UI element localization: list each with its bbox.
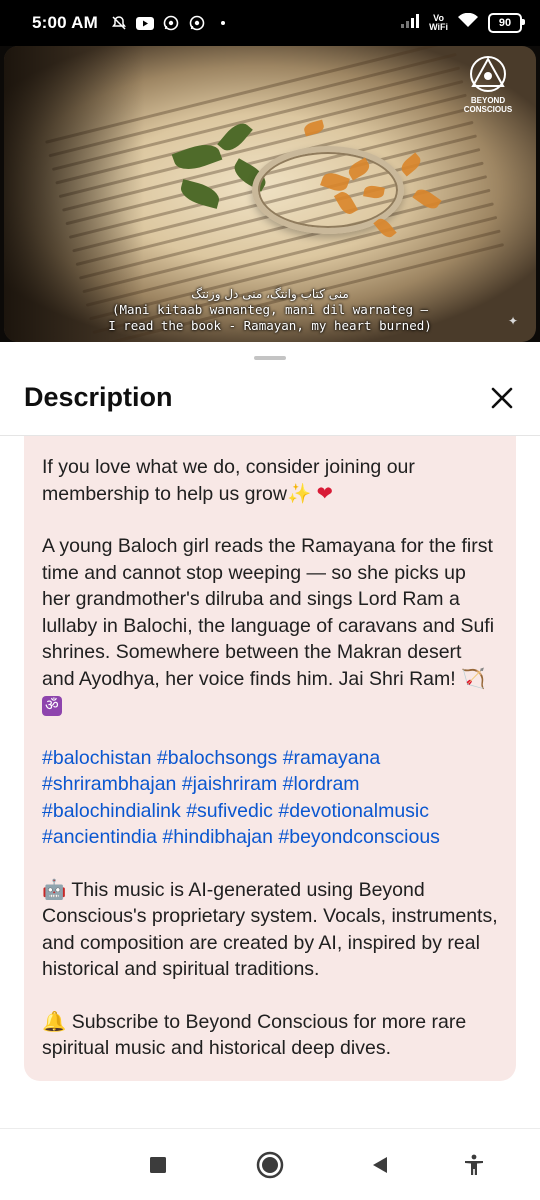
hashtag-link[interactable]: #hindibhajan <box>162 826 273 848</box>
hashtag-link[interactable]: #ramayana <box>283 747 381 769</box>
hashtag-link[interactable]: #balochindialink <box>42 800 181 822</box>
description-paragraph: If you love what we do, consider joining… <box>42 454 498 507</box>
drag-handle[interactable] <box>254 356 286 360</box>
description-paragraph: A young Baloch girl reads the Ramayana f… <box>42 533 498 719</box>
sparkle-icon: ✦ <box>507 314 518 328</box>
heart-icon: ❤ <box>316 481 333 505</box>
sparkles-icon: ✨ <box>286 481 312 505</box>
description-card: If you love what we do, consider joining… <box>24 436 516 1081</box>
home-button[interactable] <box>256 1151 284 1179</box>
close-icon <box>491 387 513 409</box>
beyond-conscious-logo-icon <box>470 56 506 92</box>
hashtag-link[interactable]: #jaishriram <box>182 773 277 795</box>
sheet-title: Description <box>24 382 173 412</box>
description-paragraph: 🤖 This music is AI-generated using Beyon… <box>42 877 498 983</box>
youtube-icon <box>135 14 154 32</box>
accessibility-icon <box>465 1154 483 1175</box>
whatsapp-business-icon <box>188 14 206 32</box>
subtitle-line-1: (Mani kitaab wananteg, mani dil warnateg… <box>111 302 429 317</box>
para-text: This music is AI-generated using Beyond … <box>42 878 498 981</box>
para-text: Subscribe to Beyond Conscious for more r… <box>42 1010 467 1060</box>
bell-icon: 🔔 <box>42 1009 67 1033</box>
dot-icon <box>214 14 232 32</box>
system-nav-bar <box>0 1128 540 1200</box>
circle-icon <box>256 1151 284 1179</box>
para-text: If you love what we do, consider joining… <box>42 456 415 505</box>
wifi-icon <box>458 12 478 33</box>
subtitle-urdu: منی کتاب وانتگ، منی دل وزنتگ <box>191 287 349 301</box>
whatsapp-icon <box>162 14 180 32</box>
subtitle-line-2: I read the book - Ramayan, my heart burn… <box>108 318 432 333</box>
hashtag-link[interactable]: #balochsongs <box>157 747 277 769</box>
vowifi-label: Vo WiFi <box>429 13 448 32</box>
hashtag-link[interactable]: #ancientindia <box>42 826 157 848</box>
robot-icon: 🤖 <box>42 877 67 901</box>
video-subtitle: منی کتاب وانتگ، منی دل وزنتگ (Mani kitaa… <box>64 286 476 334</box>
video-player[interactable]: BEYOND CONSCIOUS منی کتاب وانتگ، منی دل … <box>0 46 540 342</box>
signal-icon <box>401 13 420 33</box>
hashtag-link[interactable]: #balochistan <box>42 747 152 769</box>
hashtag-link[interactable]: #sufivedic <box>186 800 273 822</box>
notifications-off-icon <box>110 14 128 32</box>
channel-logo: BEYOND CONSCIOUS <box>458 54 518 114</box>
om-icon: ॐ <box>42 696 62 716</box>
battery-indicator: 90 <box>488 13 525 33</box>
accessibility-button[interactable] <box>460 1151 488 1179</box>
back-button[interactable] <box>366 1151 394 1179</box>
back-triangle-icon <box>373 1157 387 1173</box>
para-text: A young Baloch girl reads the Ramayana f… <box>42 535 495 690</box>
hashtag-link[interactable]: #lordram <box>283 773 360 795</box>
close-button[interactable] <box>484 380 520 416</box>
bow-arrow-icon: 🏹 <box>461 666 486 690</box>
recents-button[interactable] <box>144 1151 172 1179</box>
hashtag-link[interactable]: #shrirambhajan <box>42 773 176 795</box>
status-bar: 5:00 AM Vo WiFi 90 <box>0 0 540 46</box>
hashtag-link[interactable]: #beyondconscious <box>278 826 440 848</box>
hashtag-list: #balochistan #balochsongs #ramayana #shr… <box>42 745 498 851</box>
status-time: 5:00 AM <box>32 13 98 32</box>
square-icon <box>150 1157 166 1173</box>
hashtag-link[interactable]: #devotionalmusic <box>278 800 429 822</box>
video-frame[interactable]: BEYOND CONSCIOUS منی کتاب وانتگ، منی دل … <box>4 46 536 342</box>
description-sheet: Description If you love what we do, cons… <box>0 346 540 1200</box>
description-paragraph: 🔔 Subscribe to Beyond Conscious for more… <box>42 1009 498 1062</box>
